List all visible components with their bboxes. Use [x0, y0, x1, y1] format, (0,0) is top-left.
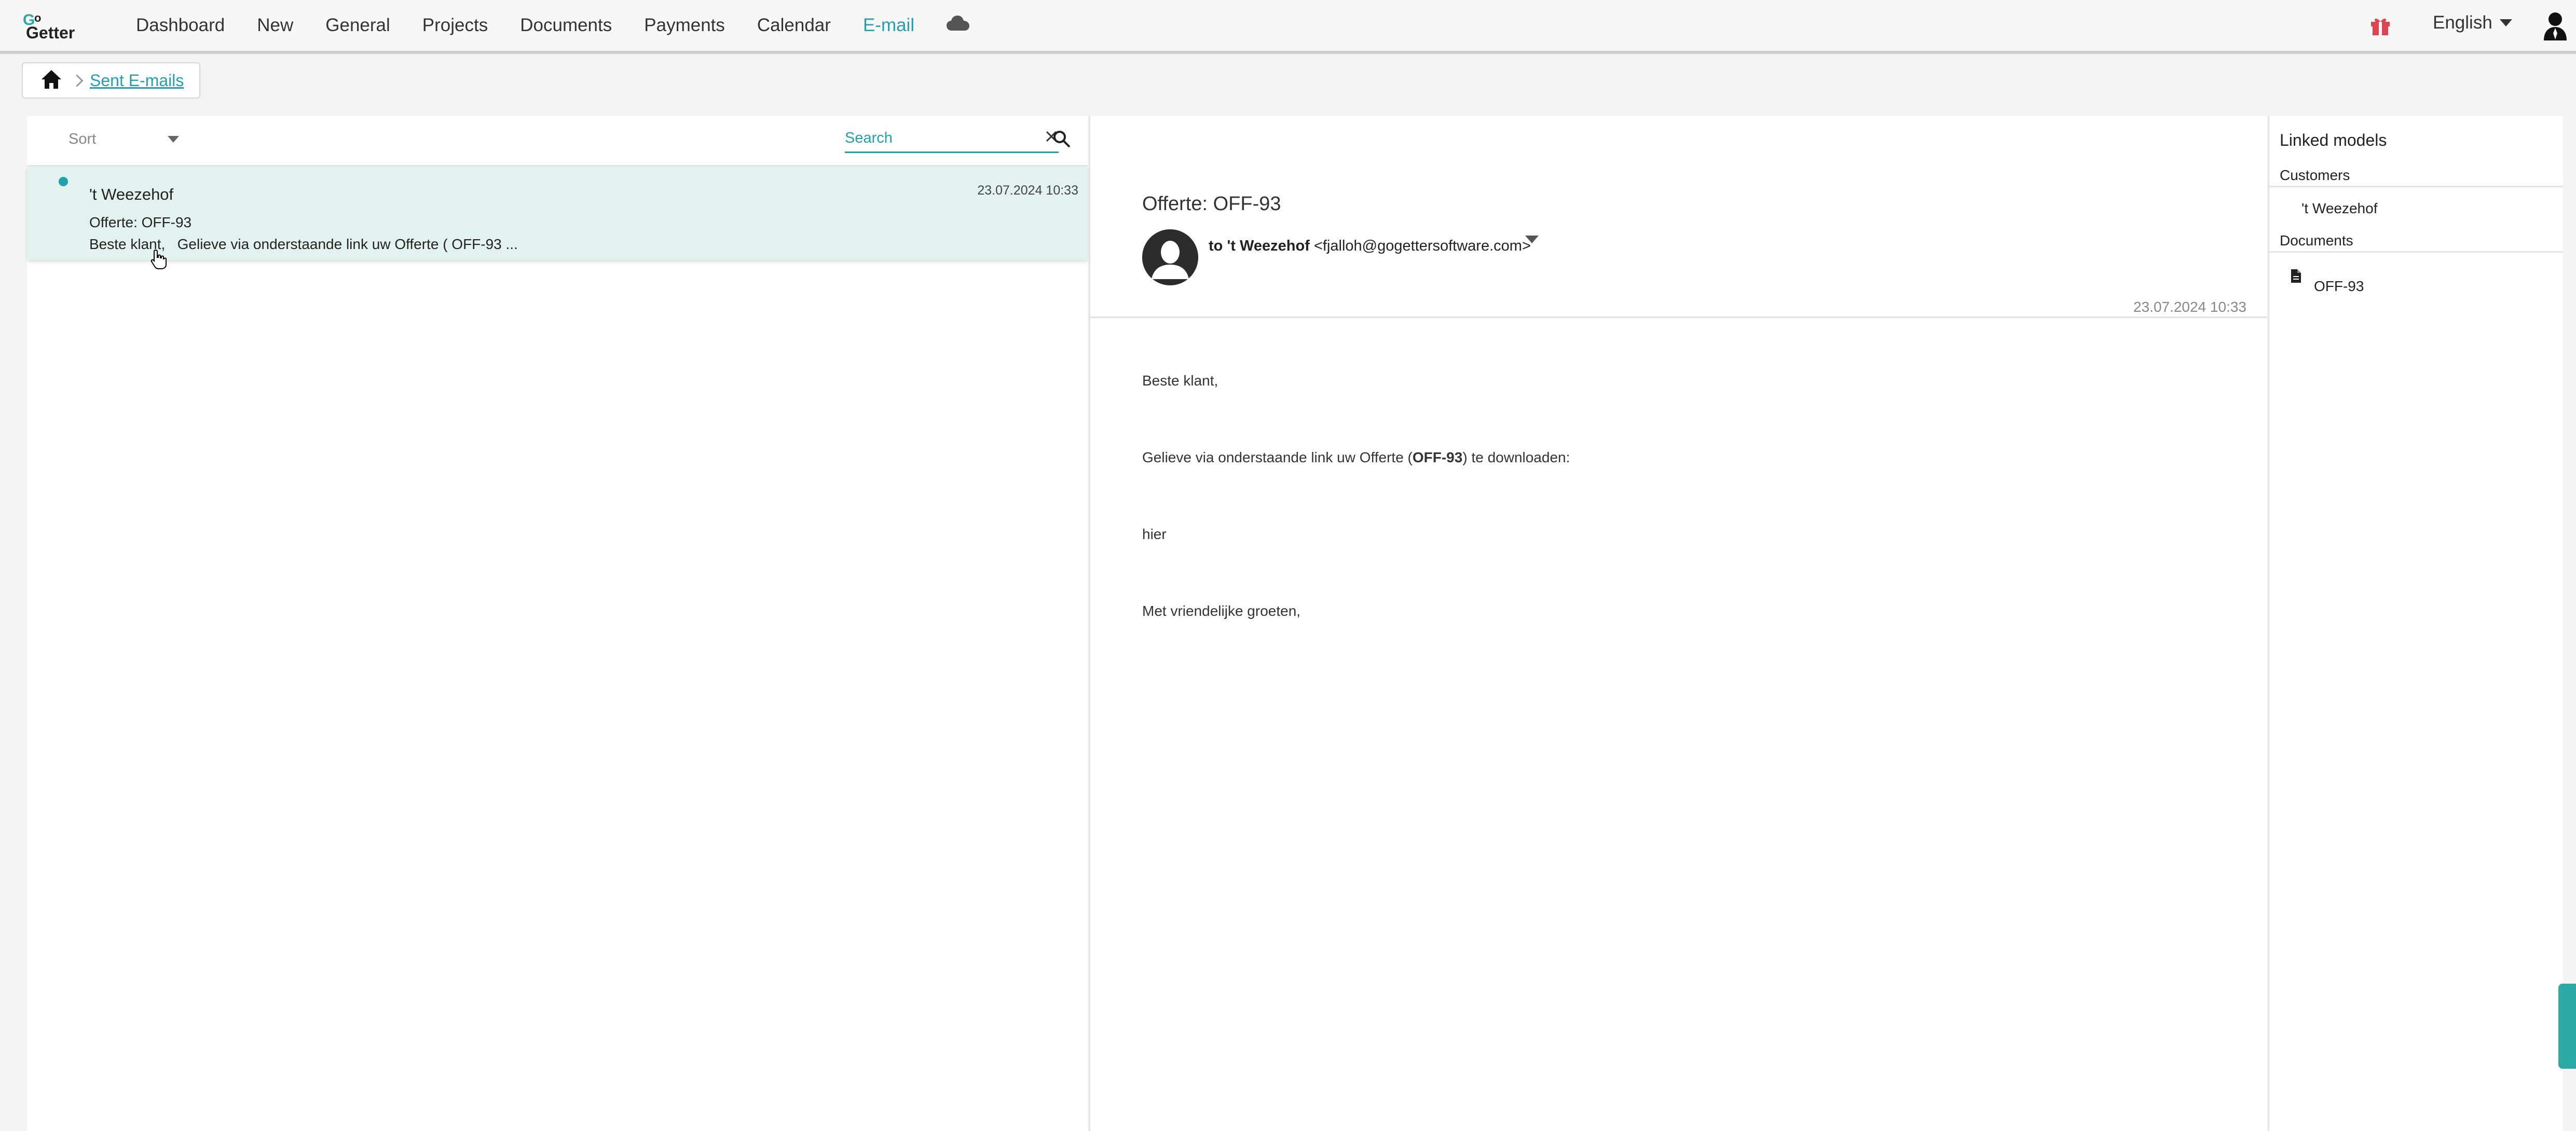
top-navbar: G o Getter Dashboard New General Project… — [0, 0, 2576, 54]
feedback-tab[interactable] — [2558, 984, 2576, 1069]
email-body-line: Gelieve via onderstaande link uw Offerte… — [1142, 449, 1570, 466]
gogetter-logo[interactable]: G o Getter — [23, 9, 106, 42]
email-body-greeting: Beste klant, — [1142, 373, 1218, 389]
sort-label: Sort — [68, 131, 97, 147]
nav-email[interactable]: E-mail — [863, 15, 914, 36]
recipient-prefix: to — [1209, 238, 1223, 254]
svg-text:o: o — [34, 11, 41, 24]
home-icon[interactable] — [23, 69, 62, 92]
gift-icon[interactable] — [2369, 15, 2391, 36]
email-list-panel: Sort 't Weezehof 23.07.2024 10:33 Offert… — [27, 116, 1088, 1131]
email-detail-subject: Offerte: OFF-93 — [1142, 193, 1281, 215]
cloud-icon[interactable] — [947, 15, 970, 36]
sort-dropdown[interactable]: Sort — [68, 131, 180, 148]
nav-projects[interactable]: Projects — [422, 15, 488, 36]
email-date: 23.07.2024 10:33 — [977, 183, 1078, 198]
breadcrumb: Sent E-mails — [22, 62, 200, 99]
chevron-down-icon — [168, 136, 180, 143]
nav-general[interactable]: General — [325, 15, 390, 36]
svg-text:Getter: Getter — [26, 23, 75, 42]
search-icon[interactable] — [1052, 130, 1071, 148]
avatar — [1142, 229, 1198, 285]
language-selector[interactable]: English — [2433, 12, 2512, 33]
search-input[interactable] — [845, 127, 1016, 149]
nav-dashboard[interactable]: Dashboard — [136, 15, 225, 36]
body-text: ) te downloaden: — [1462, 449, 1570, 465]
chevron-down-icon[interactable] — [1525, 236, 1539, 243]
email-body-closing: Met vriendelijke groeten, — [1142, 603, 1301, 619]
linked-document[interactable]: OFF-93 — [2314, 278, 2364, 295]
email-detail-date: 23.07.2024 10:33 — [2133, 299, 2246, 315]
email-body-download-link[interactable]: hier — [1142, 526, 1167, 543]
email-subject: Offerte: OFF-93 — [89, 214, 192, 230]
hand-cursor-icon — [150, 249, 167, 269]
linked-models-title: Linked models — [2280, 131, 2387, 149]
linked-models-panel: Linked models Customers 't Weezehof Docu… — [2268, 116, 2563, 1131]
email-list-item[interactable]: 't Weezehof 23.07.2024 10:33 Offerte: OF… — [27, 167, 1088, 260]
recipient-name: 't Weezehof — [1227, 238, 1310, 254]
divider — [2269, 186, 2563, 187]
nav-calendar[interactable]: Calendar — [757, 15, 831, 36]
body-text: Gelieve via onderstaande link uw Offerte… — [1142, 449, 1413, 465]
body-document-code: OFF-93 — [1412, 449, 1463, 465]
breadcrumb-separator-icon — [71, 74, 84, 87]
language-label: English — [2433, 12, 2492, 33]
nav-payments[interactable]: Payments — [644, 15, 725, 36]
list-toolbar: Sort — [27, 116, 1088, 167]
documents-label: Documents — [2280, 232, 2353, 249]
email-sender: 't Weezehof — [89, 185, 174, 203]
divider — [2269, 251, 2563, 253]
user-account-icon[interactable] — [2543, 11, 2568, 40]
email-recipient: to 't Weezehof <fjalloh@gogettersoftware… — [1209, 238, 1531, 255]
document-icon — [2291, 269, 2301, 283]
main-nav: Dashboard New General Projects Documents… — [136, 0, 1002, 51]
nav-new[interactable]: New — [257, 15, 293, 36]
breadcrumb-sent-emails[interactable]: Sent E-mails — [90, 71, 184, 90]
nav-documents[interactable]: Documents — [520, 15, 612, 36]
email-detail-panel: Offerte: OFF-93 to 't Weezehof <fjalloh@… — [1089, 116, 2267, 1131]
unread-indicator — [59, 177, 68, 186]
customers-label: Customers — [2280, 167, 2350, 183]
chevron-down-icon — [2499, 19, 2512, 26]
linked-customer[interactable]: 't Weezehof — [2301, 200, 2377, 217]
divider — [1090, 316, 2267, 318]
recipient-email: <fjalloh@gogettersoftware.com> — [1313, 238, 1531, 254]
search-field — [845, 127, 1059, 153]
